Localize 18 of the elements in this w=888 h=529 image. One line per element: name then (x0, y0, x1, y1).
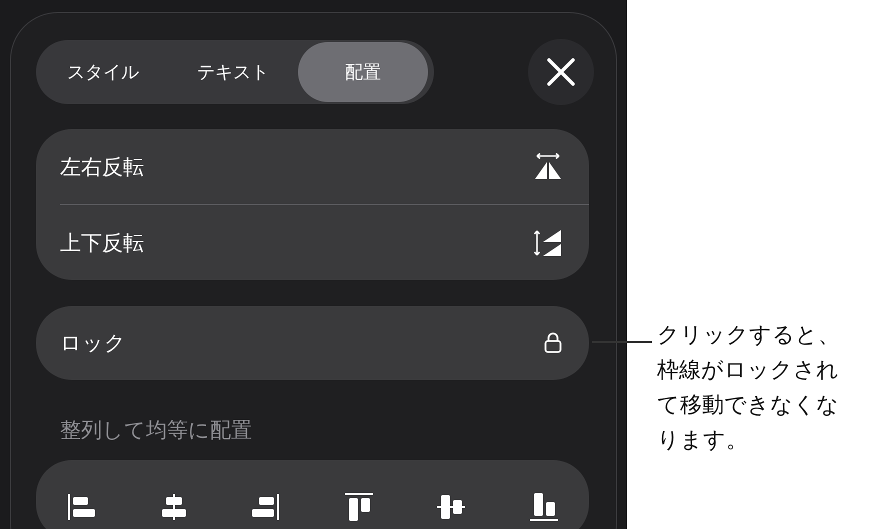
flip-option[interactable]: 左右反転 (60, 152, 144, 180)
align-bottom-icon[interactable] (528, 492, 559, 522)
align-left-icon[interactable] (66, 492, 96, 522)
flip-horizontal-icon[interactable] (533, 152, 563, 180)
section-title: 整列して均等に配置 (60, 417, 253, 444)
align-right-icon[interactable] (251, 492, 282, 522)
tab[interactable]: スタイル (38, 42, 168, 102)
lock-icon (544, 332, 562, 354)
callout-text: クリックすると、枠線がロックされて移動できなくなります。 (657, 322, 841, 455)
align-top-icon[interactable] (344, 492, 374, 522)
close-icon (546, 57, 576, 87)
flip-vertical-icon[interactable] (533, 228, 563, 258)
lock-row[interactable]: ロック (36, 306, 589, 380)
lock-label: ロック (60, 330, 126, 357)
tab[interactable]: 配置 (298, 42, 428, 102)
flip-option[interactable]: 上下反転 (60, 228, 144, 256)
tab[interactable]: テキスト (168, 42, 298, 102)
align-middle-icon[interactable] (436, 492, 466, 522)
